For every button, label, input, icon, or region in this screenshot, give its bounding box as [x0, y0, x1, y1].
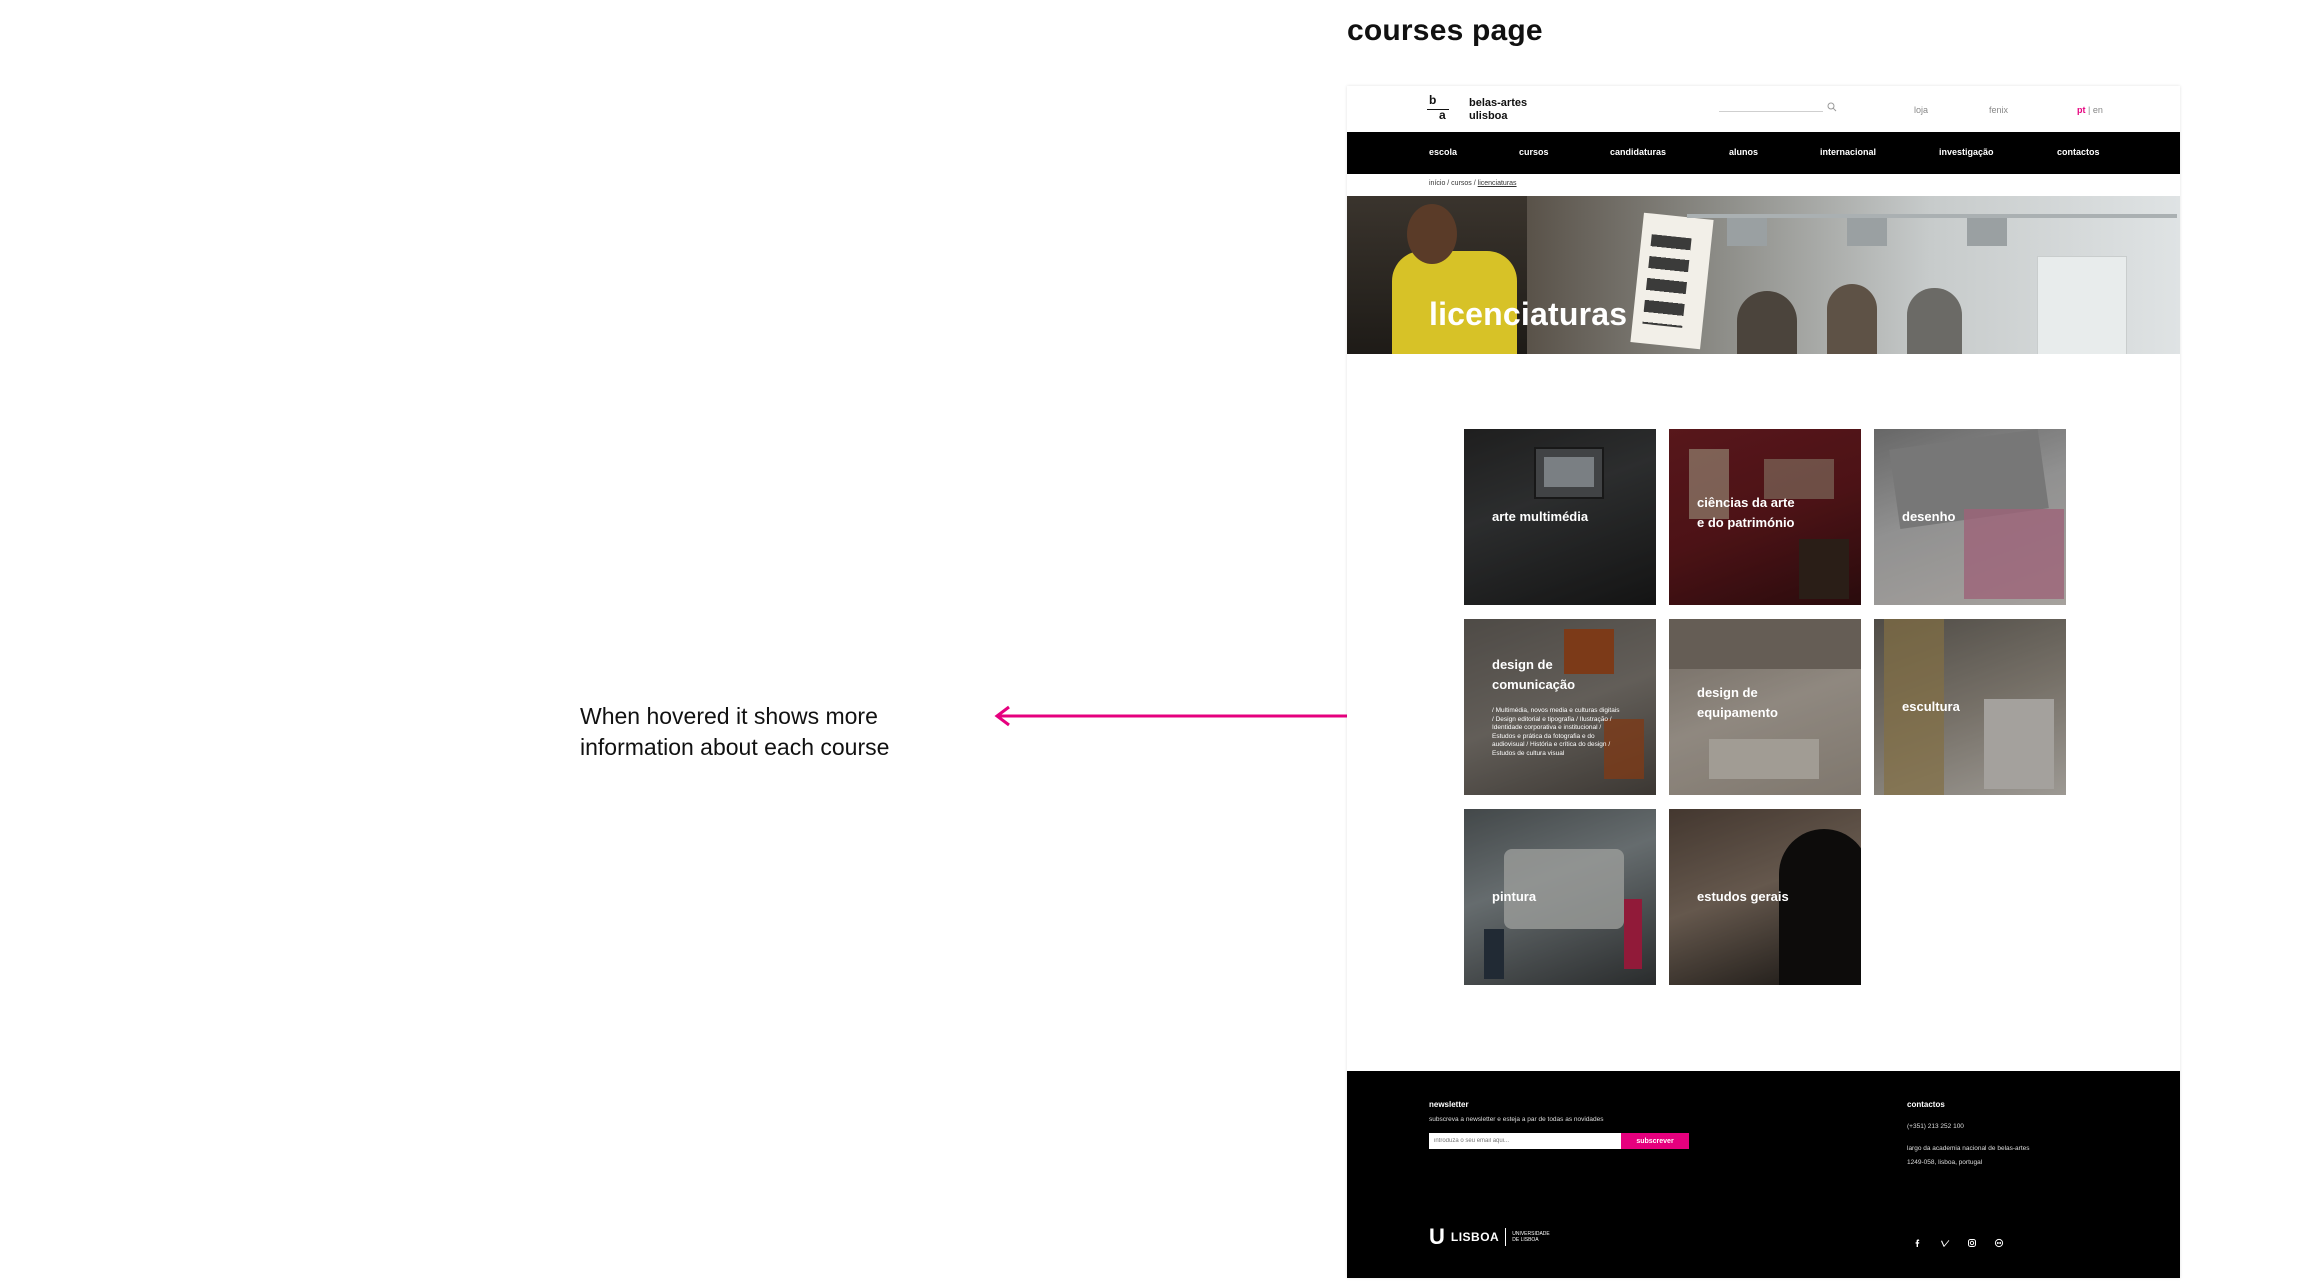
course-title-line-2: equipamento [1697, 705, 1778, 720]
facebook-icon[interactable] [1913, 1238, 1923, 1248]
logo-letter-b: b [1429, 93, 1437, 107]
hero-cabinet [2037, 256, 2127, 354]
main-nav: escola cursos candidaturas alunos intern… [1347, 132, 2180, 174]
nav-item-candidaturas[interactable]: candidaturas [1610, 147, 1666, 157]
hover-annotation-text: When hovered it shows more information a… [580, 703, 890, 760]
ulisboa-logo-subtext: UNIVERSIDADE DE LISBOA [1512, 1231, 1550, 1243]
logo-letter-a: a [1439, 108, 1446, 122]
hero-banner: licenciaturas [1347, 196, 2180, 354]
course-card-desenho[interactable]: desenho [1874, 429, 2066, 605]
course-card-pintura[interactable]: pintura [1464, 809, 1656, 985]
course-title-line-1: design de [1697, 685, 1758, 700]
logo-text[interactable]: belas-artes ulisboa [1469, 97, 1527, 123]
subscribe-button[interactable]: subscrever [1621, 1133, 1689, 1149]
ulisboa-logo-separator [1505, 1228, 1507, 1246]
nav-item-cursos[interactable]: cursos [1519, 147, 1549, 157]
vimeo-icon[interactable] [1940, 1238, 1950, 1248]
logo-line-1: belas-artes [1469, 97, 1528, 109]
flickr-icon[interactable] [1994, 1238, 2004, 1248]
lang-en[interactable]: en [2093, 105, 2103, 115]
breadcrumb: início / cursos / licenciaturas [1429, 180, 1517, 187]
course-title-line-1: escultura [1902, 699, 1960, 714]
top-link-fenix[interactable]: fenix [1989, 105, 2008, 115]
hero-title: licenciaturas [1429, 296, 1628, 332]
newsletter-subtitle: subscreva a newsletter e esteja a par de… [1429, 1116, 1604, 1123]
breadcrumb-current: licenciaturas [1477, 180, 1517, 187]
hero-student-2 [1827, 284, 1877, 354]
nav-item-investigacao[interactable]: investigação [1939, 147, 1994, 157]
lang-separator: | [2085, 105, 2093, 115]
nav-item-alunos[interactable]: alunos [1729, 147, 1758, 157]
course-title-line-1: ciências da arte [1697, 495, 1795, 510]
course-hover-description: / Multimédia, novos media e culturas dig… [1492, 707, 1620, 757]
presentation-title: courses page [1347, 14, 1543, 47]
breadcrumb-path[interactable]: início / cursos / [1429, 180, 1478, 187]
course-card-estudos-gerais[interactable]: estudos gerais [1669, 809, 1861, 985]
logo-mark[interactable]: b a [1427, 93, 1451, 122]
site-footer: newsletter subscreva a newsletter e este… [1347, 1071, 2180, 1278]
course-title-line-1: design de [1492, 657, 1553, 672]
language-switcher: pt | en [2077, 105, 2103, 115]
site-header: b a belas-artes ulisboa loja fenix pt | … [1347, 86, 2180, 132]
annotation-arrow-icon [994, 705, 1403, 727]
course-card-arte-multimedia[interactable]: arte multimédia [1464, 429, 1656, 605]
hero-student-3 [1907, 288, 1962, 354]
course-title-line-1: desenho [1902, 509, 1956, 524]
logo-line-2: ulisboa [1469, 110, 1508, 122]
hero-student-1 [1737, 291, 1797, 354]
nav-item-internacional[interactable]: internacional [1820, 147, 1876, 157]
search-icon[interactable] [1827, 102, 1837, 112]
course-title-line-2: comunicação [1492, 677, 1576, 692]
course-title: escultura [1902, 697, 1960, 717]
ulisboa-logo-text: LISBOA [1450, 1230, 1500, 1244]
hero-lamp-1 [1727, 218, 1767, 246]
course-title: desenho [1902, 507, 1955, 527]
course-title-line-1: pintura [1492, 889, 1537, 904]
contact-phone[interactable]: (+351) 213 252 100 [1907, 1123, 1964, 1130]
course-title: pintura [1492, 887, 1536, 907]
contacts-title: contactos [1907, 1100, 1945, 1109]
newsletter-title: newsletter [1429, 1100, 1469, 1109]
contact-address-line-1: largo da academia nacional de belas-arte… [1907, 1145, 2030, 1152]
instagram-icon[interactable] [1967, 1238, 1977, 1248]
hero-lamp-2 [1847, 218, 1887, 246]
course-title: arte multimédia [1492, 507, 1588, 527]
course-title: design de equipamento [1697, 683, 1778, 723]
course-card-design-de-equipamento[interactable]: design de equipamento [1669, 619, 1861, 795]
nav-item-escola[interactable]: escola [1429, 147, 1457, 157]
website-mockup: b a belas-artes ulisboa loja fenix pt | … [1347, 86, 2180, 1278]
course-title: design de comunicação [1492, 655, 1575, 695]
course-title-line-1: estudos gerais [1697, 889, 1789, 904]
course-title-line-1: arte multimédia [1492, 509, 1589, 524]
ulisboa-logo-mark: U [1429, 1224, 1445, 1249]
search-input[interactable] [1719, 111, 1823, 112]
course-card-escultura[interactable]: escultura [1874, 619, 2066, 795]
course-title: estudos gerais [1697, 887, 1789, 907]
hero-person-head [1407, 204, 1457, 264]
course-card-ciencias-da-arte[interactable]: ciências da arte e do património [1669, 429, 1861, 605]
course-card-design-de-comunicacao[interactable]: design de comunicação / Multimédia, novo… [1464, 619, 1656, 795]
ulisboa-logo[interactable]: U LISBOA UNIVERSIDADE DE LISBOA [1429, 1224, 1550, 1249]
hero-lamp-3 [1967, 218, 2007, 246]
newsletter-email-input[interactable] [1429, 1133, 1621, 1149]
nav-item-contactos[interactable]: contactos [2057, 147, 2100, 157]
lang-pt[interactable]: pt [2077, 105, 2086, 115]
course-title: ciências da arte e do património [1697, 493, 1795, 533]
contact-address-line-2: 1249-058, lisboa, portugal [1907, 1159, 1983, 1166]
course-title-line-2: e do património [1697, 515, 1795, 530]
top-link-loja[interactable]: loja [1914, 105, 1928, 115]
